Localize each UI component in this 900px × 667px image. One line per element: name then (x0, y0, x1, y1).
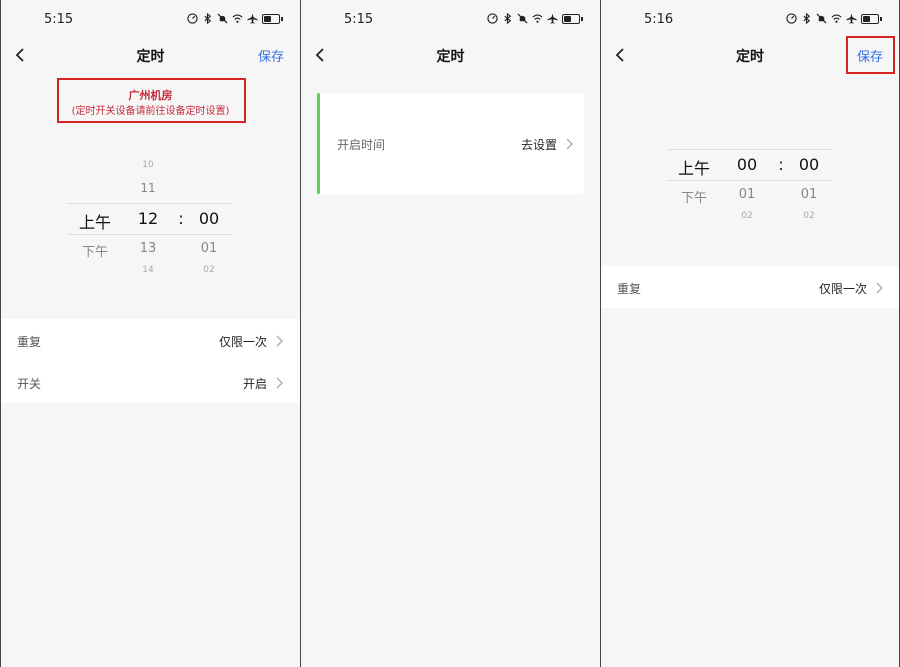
picker-hour-selected[interactable]: 00 (725, 155, 769, 174)
battery-icon (861, 13, 882, 24)
status-time: 5:15 (344, 12, 374, 27)
picker-hour-option[interactable]: 10 (126, 160, 170, 170)
picker-hour-option[interactable]: 13 (126, 241, 170, 256)
device-note: (定时开关设备请前往设备定时设置) (71, 106, 230, 117)
bluetooth-icon (202, 13, 213, 24)
switch-label: 开关 (17, 377, 42, 391)
airplane-icon (247, 13, 258, 24)
timer-screen-3: 5:16 定时 保存 上午 00 : 00 下午 01 01 02 02 重复 … (600, 0, 900, 667)
repeat-value: 仅限一次 (818, 282, 867, 296)
picker-hour-option[interactable]: 01 (725, 187, 769, 202)
settings-card: 重复 仅限一次 (601, 266, 899, 308)
start-time-value: 去设置 (520, 138, 557, 152)
picker-period-option[interactable]: 下午 (71, 241, 119, 260)
switch-value: 开启 (242, 377, 267, 391)
wifi-icon (232, 13, 243, 24)
repeat-row[interactable]: 重复 仅限一次 (601, 266, 899, 308)
speed-icon (786, 13, 797, 24)
picker-minute-selected[interactable]: 00 (787, 155, 831, 174)
mute-icon (517, 13, 528, 24)
battery-icon (562, 13, 583, 24)
status-time: 5:16 (644, 12, 674, 27)
repeat-label: 重复 (617, 282, 642, 296)
save-button[interactable]: 保存 (258, 46, 284, 65)
picker-period-selected[interactable]: 上午 (670, 155, 718, 179)
battery-icon (262, 13, 283, 24)
page-title: 定时 (436, 49, 465, 65)
save-button-highlight (846, 36, 895, 74)
wifi-icon (532, 13, 543, 24)
timer-screen-1: 5:15 定时 保存 广州机房 (定时开关设备请前往设备定时设置) 10 11 … (0, 0, 300, 667)
status-time: 5:15 (44, 12, 74, 27)
picker-minute-option[interactable]: 02 (187, 265, 231, 275)
repeat-row[interactable]: 重复 仅限一次 (1, 319, 300, 361)
bluetooth-icon (801, 13, 812, 24)
switch-row[interactable]: 开关 开启 (1, 361, 300, 403)
start-time-label: 开启时间 (337, 138, 386, 152)
picker-divider (667, 149, 833, 150)
speed-icon (487, 13, 498, 24)
start-time-card[interactable]: 开启时间 去设置 (317, 93, 584, 194)
page-title: 定时 (136, 49, 165, 65)
picker-hour-option[interactable]: 11 (126, 181, 170, 195)
picker-hour-option[interactable]: 14 (126, 265, 170, 275)
picker-divider (67, 234, 233, 235)
picker-divider (67, 203, 233, 204)
chevron-right-icon (275, 335, 283, 347)
wifi-icon (831, 13, 842, 24)
picker-period-option[interactable]: 下午 (670, 187, 718, 206)
picker-minute-option[interactable]: 02 (787, 211, 831, 221)
picker-hour-option[interactable]: 02 (725, 211, 769, 221)
airplane-icon (846, 13, 857, 24)
repeat-label: 重复 (17, 335, 42, 349)
timer-screen-2: 5:15 定时 开启时间 去设置 (300, 0, 600, 667)
picker-divider (667, 180, 833, 181)
mute-icon (217, 13, 228, 24)
card-accent-bar (317, 93, 320, 194)
mute-icon (816, 13, 827, 24)
chevron-right-icon (275, 377, 283, 389)
settings-card: 重复 仅限一次 开关 开启 (1, 319, 300, 403)
picker-hour-selected[interactable]: 12 (126, 209, 170, 228)
picker-minute-selected[interactable]: 00 (187, 209, 231, 228)
picker-minute-option[interactable]: 01 (187, 241, 231, 256)
status-icons (786, 13, 882, 24)
chevron-right-icon (565, 138, 573, 150)
speed-icon (187, 13, 198, 24)
chevron-right-icon (875, 282, 883, 294)
picker-period-selected[interactable]: 上午 (71, 209, 119, 233)
device-name: 广州机房 (128, 89, 173, 102)
repeat-value: 仅限一次 (218, 335, 267, 349)
picker-minute-option[interactable]: 01 (787, 187, 831, 202)
bluetooth-icon (502, 13, 513, 24)
airplane-icon (547, 13, 558, 24)
status-icons (487, 13, 583, 24)
status-icons (187, 13, 283, 24)
